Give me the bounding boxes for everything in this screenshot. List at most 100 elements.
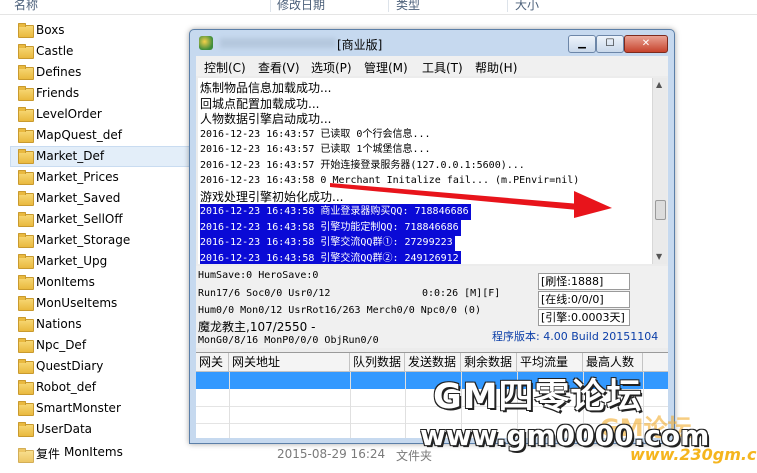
folder-row[interactable]: UserData: [0, 419, 190, 440]
column-type[interactable]: 类型: [396, 0, 420, 13]
folder-row[interactable]: Defines: [0, 62, 190, 83]
grid-line: [405, 372, 406, 438]
log-panel[interactable]: 炼制物品信息加载成功... 回城点配置加载成功... 人物数据引擎启动成功... 20…: [198, 78, 652, 264]
menu-view[interactable]: 查看(V): [258, 59, 300, 76]
folder-name: LevelOrder: [36, 107, 102, 121]
log-line: 回城点配置加载成功...: [200, 96, 320, 111]
folder-name: Robot_def: [36, 380, 97, 394]
log-line-highlighted: 2016-12-23 16:43:58 引擎功能定制QQ: 718846686: [200, 219, 461, 236]
title-bar[interactable]: [商业版] ▁ ☐ ✕: [190, 30, 674, 56]
scroll-up-icon[interactable]: ▲: [656, 80, 662, 89]
folder-row[interactable]: MapQuest_def: [0, 125, 190, 146]
folder-name: Market_Storage: [36, 233, 131, 247]
folder-icon: [18, 448, 34, 463]
folder-icon: [18, 65, 34, 80]
folder-icon: [18, 296, 34, 311]
folder-row[interactable]: Market_Upg: [0, 251, 190, 272]
folder-row[interactable]: SmartMonster: [0, 398, 190, 419]
log-scrollbar[interactable]: ▲ ▼: [652, 78, 667, 264]
column-name[interactable]: 名称: [14, 0, 38, 13]
folder-name: Friends: [36, 86, 80, 100]
column-date[interactable]: 修改日期: [277, 0, 325, 13]
folder-name: Defines: [36, 65, 82, 79]
folder-row[interactable]: LevelOrder: [0, 104, 190, 125]
menu-tools[interactable]: 工具(T): [422, 59, 463, 76]
folder-date: 2015-08-29 16:24: [277, 447, 386, 461]
folder-row[interactable]: Npc_Def: [0, 335, 190, 356]
scroll-down-icon[interactable]: ▼: [656, 252, 662, 261]
folder-icon: [18, 107, 34, 122]
folder-row[interactable]: Market_Storage: [0, 230, 190, 251]
red-arrow-annotation: [330, 183, 612, 218]
folder-icon: [18, 317, 34, 332]
menu-help[interactable]: 帮助(H): [475, 59, 517, 76]
menu-manage[interactable]: 管理(M): [364, 59, 408, 76]
scroll-thumb[interactable]: [655, 200, 666, 220]
watermark-title: GM四零论坛: [433, 377, 643, 417]
header-queue[interactable]: 队列数据: [350, 353, 405, 371]
folder-name: Castle: [36, 44, 74, 58]
folder-row[interactable]: Nations: [0, 314, 190, 335]
column-size[interactable]: 大小: [515, 0, 539, 13]
folder-name: Market_Def: [36, 149, 105, 163]
folder-icon: [18, 149, 34, 164]
engine-box: [引擎:0.0003天]: [538, 309, 630, 326]
close-button[interactable]: ✕: [624, 35, 668, 53]
menu-control[interactable]: 控制(C): [204, 59, 246, 76]
folder-icon: [18, 359, 34, 374]
folder-list: Boxs Castle Defines Friends LevelOrder MapQue…: [0, 20, 190, 440]
folder-name: MonItems: [64, 445, 123, 459]
folder-row[interactable]: Robot_def: [0, 377, 190, 398]
folder-row[interactable]: Market_Prices: [0, 167, 190, 188]
folder-icon: [18, 338, 34, 353]
folder-icon: [18, 191, 34, 206]
folder-row[interactable]: Market_Saved: [0, 188, 190, 209]
status-mon: MonG0/8/16 MonP0/0/0 ObjRun0/0: [198, 335, 379, 346]
status-boss: 魔龙教主,107/2550 -: [198, 320, 316, 334]
folder-name: Nations: [36, 317, 82, 331]
status-panel: HumSave:0 HeroSave:0 Run17/6 Soc0/0 Usr0…: [196, 266, 668, 348]
folder-name: Market_Saved: [36, 191, 121, 205]
status-uptime: 0:0:26 [M][F]: [422, 288, 501, 299]
column-separator: [388, 0, 389, 12]
folder-name: Npc_Def: [36, 338, 87, 352]
menu-options[interactable]: 选项(P): [311, 59, 352, 76]
folder-name: QuestDiary: [36, 359, 104, 373]
column-separator: [507, 0, 508, 12]
refresh-monster-box: [刷怪:1888]: [538, 273, 630, 290]
folder-icon: [18, 254, 34, 269]
online-box: [在线:0/0/0]: [538, 291, 630, 308]
folder-row[interactable]: Boxs: [0, 20, 190, 41]
folder-row[interactable]: MonUseItems: [0, 293, 190, 314]
log-line: 炼制物品信息加载成功...: [200, 81, 332, 95]
folder-icon: [18, 170, 34, 185]
folder-row[interactable]: Friends: [0, 83, 190, 104]
folder-row[interactable]: QuestDiary: [0, 356, 190, 377]
folder-icon: [18, 422, 34, 437]
log-line: 2016-12-23 16:43:57 已读取 1个城堡信息...: [200, 144, 431, 155]
folder-row[interactable]: Market_SellOff: [0, 209, 190, 230]
log-line-highlighted: 2016-12-23 16:43:58 引擎交流QQ群②: 249126912: [200, 250, 461, 264]
folder-row[interactable]: MonItems: [0, 272, 190, 293]
folder-copy-prefix: 复件: [36, 447, 61, 461]
log-line: 人物数据引擎启动成功...: [200, 112, 332, 126]
folder-row[interactable]: Castle: [0, 41, 190, 62]
column-separator: [270, 0, 271, 12]
header-gateway[interactable]: 网关: [196, 353, 229, 371]
maximize-button[interactable]: ☐: [596, 35, 624, 53]
log-line: 2016-12-23 16:43:57 开始连接登录服务器(127.0.0.1:…: [200, 159, 525, 171]
status-counts: Hum0/0 Mon0/12 UsrRot16/263 Merch0/0 Npc…: [198, 305, 481, 316]
folder-name: Boxs: [36, 23, 65, 37]
folder-name: MonUseItems: [36, 296, 118, 310]
minimize-button[interactable]: ▁: [568, 35, 596, 53]
header-address[interactable]: 网关地址: [229, 353, 350, 371]
folder-icon: [18, 233, 34, 248]
app-icon: [199, 36, 213, 50]
menu-bar: 控制(C) 查看(V) 选项(P) 管理(M) 工具(T) 帮助(H): [196, 56, 668, 76]
folder-row[interactable]: Market_Def: [10, 146, 190, 167]
status-save: HumSave:0 HeroSave:0: [198, 270, 319, 281]
grid-line: [229, 372, 230, 438]
title-blurred-region: [220, 38, 336, 48]
folder-icon: [18, 86, 34, 101]
grid-line: [350, 372, 351, 438]
